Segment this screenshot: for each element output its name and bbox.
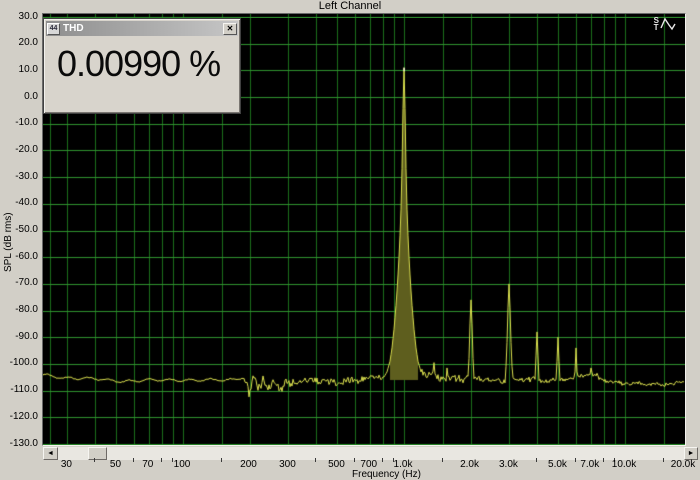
x-axis-minor-tick [94, 458, 95, 462]
signal-type-letters: ST [654, 17, 659, 31]
y-axis-label: -50.0 [0, 224, 38, 235]
plot-title: Left Channel [0, 0, 700, 13]
y-axis-label: -110.0 [0, 384, 38, 395]
x-axis-title: Frequency (Hz) [352, 469, 421, 480]
x-axis-minor-tick [354, 458, 355, 462]
x-axis-label: 200 [240, 459, 257, 470]
scrollbar-thumb[interactable] [88, 447, 107, 460]
app-window: Left Channel SPL (dB rms) 30.020.010.00.… [0, 0, 700, 480]
x-axis-label: 3.0k [499, 459, 518, 470]
x-axis-minor-tick [161, 458, 162, 462]
x-axis-label: 20.0k [671, 459, 695, 470]
sine-wave-icon [660, 16, 677, 31]
x-axis-label: 300 [279, 459, 296, 470]
y-axis-label: -130.0 [0, 438, 38, 449]
x-axis-label: 500 [328, 459, 345, 470]
y-axis-label: -70.0 [0, 277, 38, 288]
y-axis-label: -120.0 [0, 411, 38, 422]
x-axis-label: 30 [61, 459, 72, 470]
y-axis-label: -40.0 [0, 197, 38, 208]
x-axis-minor-tick [133, 458, 134, 462]
x-axis-label: 100 [174, 459, 191, 470]
x-axis-label: 10.0k [612, 459, 636, 470]
y-axis-label: -30.0 [0, 171, 38, 182]
thd-window-icon: 44 [47, 23, 60, 35]
x-axis-minor-tick [536, 458, 537, 462]
x-axis-label: 2.0k [460, 459, 479, 470]
y-axis-label: 0.0 [0, 91, 38, 102]
y-axis-label: 20.0 [0, 37, 38, 48]
thd-window-title: THD [63, 23, 84, 34]
y-axis-label: -10.0 [0, 117, 38, 128]
y-axis-label: -80.0 [0, 304, 38, 315]
y-axis-labels: 30.0 20.0 10.0 0.0 -10.0 -20.0 -30.0 -40.0 -50.0… [0, 0, 39, 480]
thd-value: 0.00990 % [57, 43, 220, 85]
x-axis-label: 7.0k [580, 459, 599, 470]
x-axis-label: 70 [142, 459, 153, 470]
thd-window-close-button[interactable]: ✕ [223, 23, 237, 35]
y-axis-label: -60.0 [0, 251, 38, 262]
x-axis-label: 5.0k [548, 459, 567, 470]
y-axis-label: 30.0 [0, 11, 38, 22]
y-axis-label: 10.0 [0, 64, 38, 75]
x-axis-minor-tick [442, 458, 443, 462]
scrollbar-left-arrow-button[interactable]: ◄ [43, 447, 58, 460]
x-axis-minor-tick [315, 458, 316, 462]
x-axis-minor-tick [603, 458, 604, 462]
x-axis-label: 50 [110, 459, 121, 470]
signal-type-icon: ST [654, 16, 677, 31]
thd-window-titlebar[interactable]: 44 THD ✕ [46, 21, 238, 36]
x-axis-minor-tick [575, 458, 576, 462]
thd-window[interactable]: 44 THD ✕ 0.00990 % [43, 18, 241, 114]
x-axis-minor-tick [663, 458, 664, 462]
x-axis-minor-tick [382, 458, 383, 462]
y-axis-label: -100.0 [0, 357, 38, 368]
y-axis-label: -90.0 [0, 331, 38, 342]
x-axis-minor-tick [221, 458, 222, 462]
y-axis-label: -20.0 [0, 144, 38, 155]
